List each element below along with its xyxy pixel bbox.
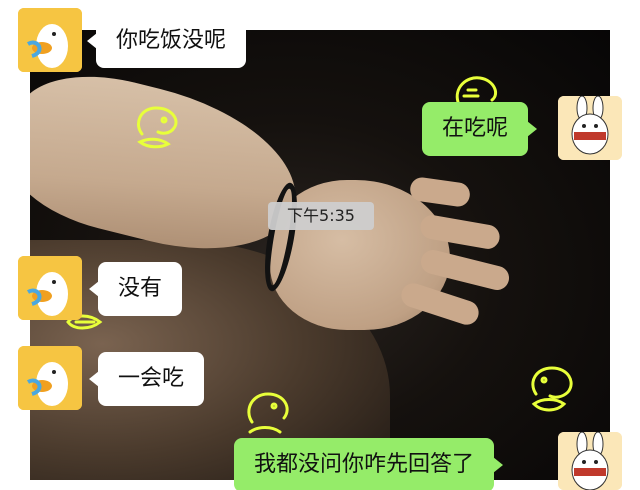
duck-avatar-icon bbox=[18, 8, 82, 72]
message-timestamp: 下午5:35 bbox=[268, 202, 374, 230]
received-message-bubble[interactable]: 你吃饭没呢 bbox=[86, 14, 247, 68]
sent-message-bubble[interactable]: 我都没问你咋先回答了 bbox=[234, 438, 504, 490]
received-message-bubble[interactable]: 没有 bbox=[88, 262, 183, 316]
neon-duck-doodle-icon bbox=[247, 392, 289, 434]
sent-message-bubble[interactable]: 在吃呢 bbox=[422, 102, 538, 156]
duck-avatar-icon bbox=[18, 346, 82, 410]
bunny-avatar-icon bbox=[558, 96, 622, 160]
user-avatar[interactable] bbox=[558, 432, 622, 490]
contact-avatar[interactable] bbox=[18, 8, 82, 72]
duck-avatar-icon bbox=[18, 256, 82, 320]
contact-avatar[interactable] bbox=[18, 256, 82, 320]
user-avatar[interactable] bbox=[558, 96, 622, 160]
contact-avatar[interactable] bbox=[18, 346, 82, 410]
received-message-bubble[interactable]: 一会吃 bbox=[88, 352, 205, 406]
neon-duck-doodle-icon bbox=[137, 106, 178, 149]
bunny-avatar-icon bbox=[558, 432, 622, 490]
neon-duck-doodle-icon bbox=[531, 366, 573, 412]
